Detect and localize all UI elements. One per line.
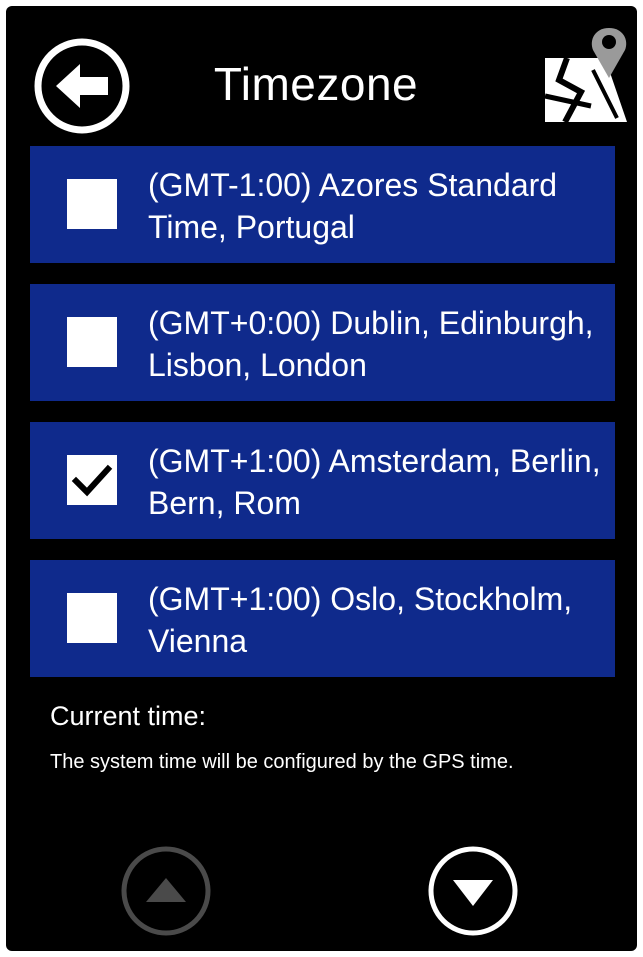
triangle-up-icon (121, 846, 211, 936)
page-title: Timezone (213, 58, 419, 110)
back-button[interactable] (32, 36, 132, 136)
scroll-up-button[interactable] (119, 844, 213, 938)
current-time-label: Current time: (50, 701, 207, 731)
checkbox[interactable] (67, 455, 117, 505)
gps-time-info: The system time will be configured by th… (50, 751, 514, 773)
map-button[interactable] (531, 18, 635, 134)
timezone-option[interactable]: (GMT-1:00) Azores Standard Time, Portuga… (30, 146, 615, 263)
timezone-option[interactable]: (GMT+1:00) Amsterdam, Berlin, Bern, Rom (30, 422, 615, 539)
triangle-down-icon (428, 846, 518, 936)
arrow-left-icon (34, 38, 130, 134)
timezone-label: (GMT-1:00) Azores Standard Time, Portuga… (148, 167, 558, 245)
timezone-label: (GMT+1:00) Amsterdam, Berlin, Bern, Rom (148, 443, 601, 521)
timezone-label: (GMT+0:00) Dublin, Edinburgh, Lisbon, Lo… (148, 305, 594, 383)
timezone-list: (GMT-1:00) Azores Standard Time, Portuga… (30, 146, 615, 698)
checkbox[interactable] (67, 179, 117, 229)
scroll-down-button[interactable] (426, 844, 520, 938)
timezone-option[interactable]: (GMT+1:00) Oslo, Stockholm, Vienna (30, 560, 615, 677)
timezone-option[interactable]: (GMT+0:00) Dublin, Edinburgh, Lisbon, Lo… (30, 284, 615, 401)
checkmark-icon (71, 464, 113, 497)
timezone-screen: Timezone (GMT-1:00) Azores Standard Time… (6, 6, 637, 951)
checkbox[interactable] (67, 593, 117, 643)
map-location-icon (544, 28, 627, 124)
checkbox[interactable] (67, 317, 117, 367)
timezone-label: (GMT+1:00) Oslo, Stockholm, Vienna (148, 581, 573, 659)
